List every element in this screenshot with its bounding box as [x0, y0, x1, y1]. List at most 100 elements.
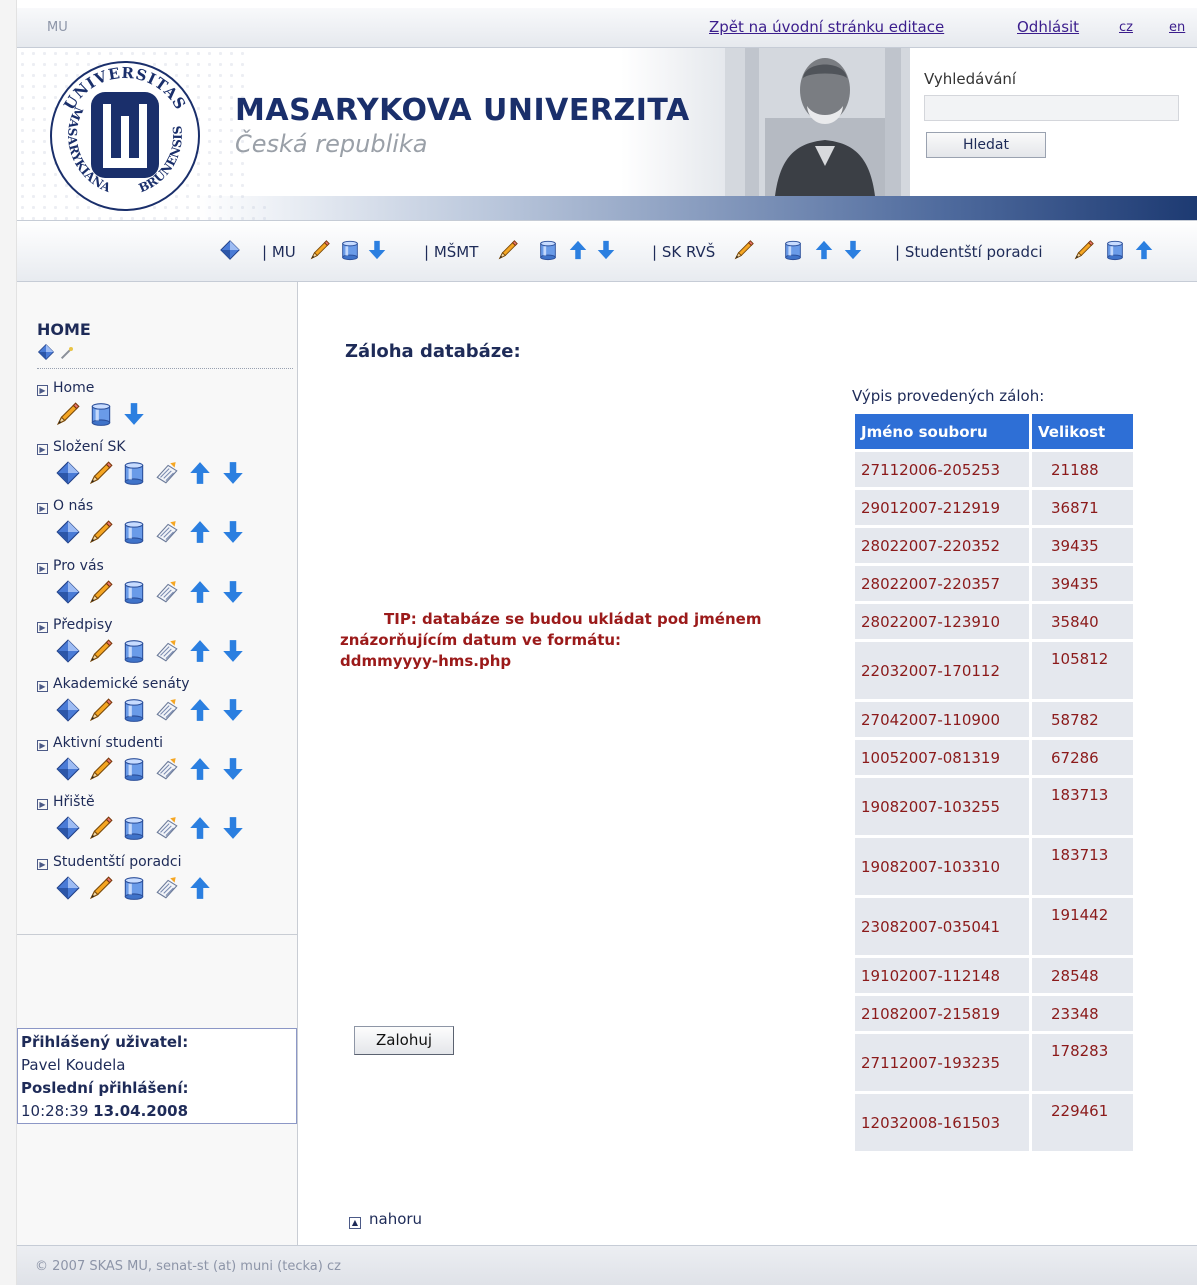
arrow-up-icon[interactable]: [187, 459, 213, 487]
diamond-icon[interactable]: [219, 237, 241, 263]
sidebar-item-link[interactable]: ▶ Složení SK: [37, 439, 126, 456]
pencil-icon[interactable]: [733, 237, 755, 263]
pencil-icon[interactable]: [497, 237, 519, 263]
arrow-down-icon[interactable]: [366, 237, 388, 263]
sidebar-item-link[interactable]: ▶ Hřiště: [37, 794, 95, 811]
search-button[interactable]: Hledat: [926, 132, 1046, 158]
diamond-icon[interactable]: [55, 874, 81, 902]
arrow-up-icon[interactable]: [187, 518, 213, 546]
arrow-down-icon[interactable]: [220, 755, 246, 783]
bullet-arrow-icon: ▶: [37, 621, 48, 633]
arrow-down-icon[interactable]: [220, 696, 246, 724]
pencil-icon[interactable]: [88, 459, 114, 487]
database-icon[interactable]: [782, 237, 804, 263]
backup-size-cell: 58782: [1032, 702, 1136, 737]
logout-link[interactable]: Odhlásit: [1017, 18, 1079, 36]
pencil-icon[interactable]: [88, 874, 114, 902]
pencil-icon[interactable]: [55, 400, 81, 428]
diamond-icon[interactable]: [55, 696, 81, 724]
database-icon[interactable]: [121, 755, 147, 783]
database-icon[interactable]: [537, 237, 559, 263]
arrow-up-icon[interactable]: [187, 578, 213, 606]
arrow-down-icon[interactable]: [121, 400, 147, 428]
pencil-icon[interactable]: [88, 755, 114, 783]
database-icon[interactable]: [1104, 237, 1126, 263]
arrow-up-icon[interactable]: [1133, 237, 1155, 263]
document-icon[interactable]: [154, 696, 180, 724]
pencil-icon[interactable]: [88, 637, 114, 665]
diamond-icon[interactable]: [55, 578, 81, 606]
backup-filename-cell: 28022007-220352: [855, 528, 1032, 563]
database-icon[interactable]: [339, 237, 361, 263]
lang-en-link[interactable]: en: [1169, 20, 1185, 35]
pencil-icon[interactable]: [88, 518, 114, 546]
sidebar-item-label: Hřiště: [53, 794, 95, 811]
arrow-up-icon[interactable]: [187, 637, 213, 665]
arrow-down-icon[interactable]: [220, 459, 246, 487]
arrow-up-icon[interactable]: [187, 814, 213, 842]
sidebar-item-link[interactable]: ▶ Home: [37, 380, 94, 396]
sidebar-item-link[interactable]: ▶ Aktivní studenti: [37, 735, 163, 752]
arrow-up-icon[interactable]: [813, 237, 835, 263]
sidebar-item-link[interactable]: ▶ Předpisy: [37, 617, 113, 633]
sidebar-item-link[interactable]: ▶ Studentští poradci: [37, 854, 182, 870]
bullet-arrow-icon: ▶: [37, 562, 48, 574]
arrow-up-icon[interactable]: [187, 874, 213, 902]
diamond-icon[interactable]: [37, 342, 55, 362]
document-icon[interactable]: [154, 578, 180, 606]
back-to-top-link[interactable]: ▲ nahoru: [349, 1210, 422, 1229]
document-icon[interactable]: [154, 459, 180, 487]
diamond-icon[interactable]: [55, 518, 81, 546]
page-title: Záloha databáze:: [345, 341, 521, 362]
home-separator: [37, 368, 293, 369]
pencil-icon[interactable]: [1073, 237, 1095, 263]
sidebar-item-link[interactable]: ▶ Akademické senáty: [37, 676, 190, 692]
arrow-up-icon[interactable]: [187, 696, 213, 724]
database-icon[interactable]: [121, 578, 147, 606]
pencil-icon[interactable]: [309, 237, 331, 263]
back-to-edit-link[interactable]: Zpět na úvodní stránku editace: [709, 18, 944, 36]
backup-button[interactable]: Zalohuj: [354, 1026, 454, 1055]
arrow-down-icon[interactable]: [220, 518, 246, 546]
document-icon[interactable]: [154, 518, 180, 546]
arrow-up-icon[interactable]: [567, 237, 589, 263]
pencil-icon[interactable]: [88, 814, 114, 842]
database-icon[interactable]: [121, 874, 147, 902]
arrow-down-icon[interactable]: [595, 237, 617, 263]
database-icon[interactable]: [121, 696, 147, 724]
arrow-down-icon[interactable]: [220, 578, 246, 606]
sidebar-item-label: O nás: [53, 498, 94, 515]
tip-line-3: ddmmyyyy-hms.php: [340, 652, 512, 670]
lang-cz-link[interactable]: cz: [1119, 20, 1133, 35]
pencil-icon[interactable]: [88, 578, 114, 606]
sidebar-item-link[interactable]: ▶ O nás: [37, 498, 94, 515]
database-icon[interactable]: [88, 400, 114, 428]
document-icon[interactable]: [154, 637, 180, 665]
sidebar-item-link[interactable]: ▶ Pro vás: [37, 558, 104, 574]
document-icon[interactable]: [154, 874, 180, 902]
backup-size-cell: 39435: [1032, 566, 1136, 601]
backup-size-cell: 28548: [1032, 958, 1136, 993]
diamond-icon[interactable]: [55, 814, 81, 842]
back-to-top-label: nahoru: [369, 1210, 423, 1228]
database-icon[interactable]: [121, 518, 147, 546]
diamond-icon[interactable]: [55, 459, 81, 487]
search-input[interactable]: [924, 95, 1179, 121]
arrow-down-icon[interactable]: [842, 237, 864, 263]
document-icon[interactable]: [154, 755, 180, 783]
arrow-down-icon[interactable]: [220, 637, 246, 665]
document-icon[interactable]: [154, 814, 180, 842]
arrow-up-icon[interactable]: [187, 755, 213, 783]
pencil-icon[interactable]: [88, 696, 114, 724]
wand-icon[interactable]: [59, 344, 75, 362]
database-icon[interactable]: [121, 637, 147, 665]
arrow-down-icon[interactable]: [220, 814, 246, 842]
database-icon[interactable]: [121, 814, 147, 842]
backup-filename-cell: 19102007-112148: [855, 958, 1032, 993]
footer-text: © 2007 SKAS MU, senat-st (at) muni (teck…: [35, 1259, 341, 1274]
backup-filename-cell: 19082007-103255: [855, 778, 1032, 835]
diamond-icon[interactable]: [55, 755, 81, 783]
main-content: Záloha databáze: TIP: databáze se budou …: [299, 282, 1197, 1245]
database-icon[interactable]: [121, 459, 147, 487]
diamond-icon[interactable]: [55, 637, 81, 665]
